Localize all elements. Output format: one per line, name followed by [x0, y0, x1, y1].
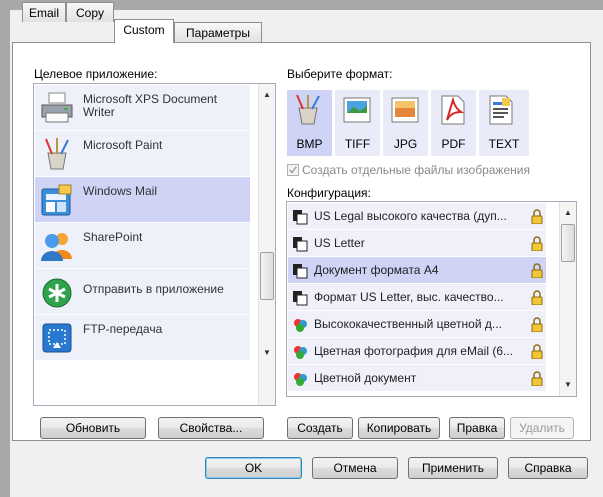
bw-document-icon [293, 264, 308, 279]
pdf-icon [441, 95, 465, 125]
edit-button[interactable]: Правка [449, 417, 505, 439]
color-document-icon [294, 319, 307, 332]
config-item[interactable]: Высококачественный цветной д... [288, 311, 546, 337]
format-bmp[interactable]: BMP [287, 90, 332, 156]
app-item-ftp[interactable]: FTP-передача [35, 315, 250, 360]
jpg-icon [391, 97, 419, 123]
format-label-bmp: BMP [296, 137, 323, 151]
application-list[interactable]: Microsoft XPS Document Writer Microsoft … [33, 83, 276, 406]
config-item-label: Цветная фотография для eMail (6... [314, 344, 513, 358]
scroll-up-arrow-icon[interactable]: ▲ [560, 206, 576, 220]
format-text[interactable]: TEXT [479, 90, 529, 156]
separate-files-label: Создать отдельные файлы изображения [302, 163, 530, 177]
cancel-button[interactable]: Отмена [312, 457, 398, 479]
separate-files-checkbox[interactable] [287, 164, 299, 176]
tab-parameters-label: Параметры [186, 26, 250, 40]
target-application-label: Целевое приложение: [34, 67, 158, 81]
tab-copy[interactable]: Copy [66, 2, 114, 22]
tab-copy-label: Copy [75, 6, 104, 20]
configuration-list[interactable]: US Legal высокого качества (дуп... US Le… [286, 201, 577, 397]
app-item-send-to-application[interactable]: Отправить в приложение [35, 269, 250, 314]
send-to-application-icon [42, 278, 72, 308]
bmp-icon [296, 94, 320, 125]
scroll-down-arrow-icon[interactable]: ▼ [259, 346, 275, 360]
bw-document-icon [293, 210, 308, 225]
lock-icon [531, 371, 543, 386]
color-document-icon [294, 373, 307, 386]
text-document-icon [489, 95, 513, 125]
lock-icon [531, 263, 543, 278]
config-item-label: Цветной документ [314, 371, 417, 385]
color-document-icon [294, 346, 307, 359]
bw-document-icon [293, 237, 308, 252]
config-item-selected[interactable]: Документ формата А4 [288, 257, 546, 283]
format-label-jpg: JPG [393, 137, 418, 151]
apply-button[interactable]: Применить [408, 457, 498, 479]
app-item-label: FTP-передача [83, 322, 163, 336]
config-item-label: US Legal высокого качества (дуп... [314, 209, 507, 223]
tab-custom[interactable]: Custom [114, 19, 174, 43]
app-item-label: Windows Mail [83, 184, 158, 198]
scroll-down-arrow-icon[interactable]: ▼ [560, 378, 576, 392]
config-item[interactable]: US Letter [288, 230, 546, 256]
scrollbar-thumb[interactable] [260, 252, 274, 300]
app-item-sharepoint[interactable]: SharePoint [35, 223, 250, 268]
lock-icon [531, 236, 543, 251]
config-item-label: Документ формата А4 [314, 263, 439, 277]
format-jpg[interactable]: JPG [383, 90, 428, 156]
tab-email-label: Email [28, 6, 59, 20]
format-label-text: TEXT [488, 137, 520, 151]
tab-parameters[interactable]: Параметры [174, 22, 262, 42]
config-item-label: Высококачественный цветной д... [314, 317, 502, 331]
paint-brushes-icon [45, 138, 69, 170]
bw-document-icon [293, 291, 308, 306]
tab-custom-label: Custom [123, 23, 165, 37]
refresh-button[interactable]: Обновить [40, 417, 146, 439]
sharepoint-people-icon [41, 233, 72, 261]
app-item-label: Microsoft XPS Document Writer [83, 92, 218, 119]
format-pdf[interactable]: PDF [431, 90, 476, 156]
ftp-transfer-icon [42, 323, 72, 353]
application-list-scrollbar[interactable]: ▲ ▼ [258, 84, 275, 405]
configuration-list-scrollbar[interactable]: ▲ ▼ [559, 202, 576, 396]
config-item[interactable]: US Legal высокого качества (дуп... [288, 203, 546, 229]
app-item-paint[interactable]: Microsoft Paint [35, 131, 250, 176]
config-item[interactable]: Цветной документ [288, 365, 546, 391]
format-label-pdf: PDF [441, 137, 466, 151]
app-item-label: Отправить в приложение [83, 282, 224, 296]
config-item-label: US Letter [314, 236, 365, 250]
app-item-label: SharePoint [83, 230, 143, 244]
delete-button[interactable]: Удалить [510, 417, 574, 439]
format-label-tiff: TIFF [344, 137, 371, 151]
printer-icon [41, 92, 73, 123]
configuration-label: Конфигурация: [287, 186, 371, 200]
lock-icon [531, 344, 543, 359]
windows-mail-icon [41, 184, 72, 216]
help-button[interactable]: Справка [508, 457, 588, 479]
app-item-label: Microsoft Paint [83, 138, 163, 152]
checkmark-icon [289, 166, 297, 174]
format-label: Выберите формат: [287, 67, 393, 81]
copy-button[interactable]: Копировать [358, 417, 440, 439]
tab-email[interactable]: Email [22, 2, 66, 22]
app-item-xps-writer[interactable]: Microsoft XPS Document Writer [35, 85, 250, 130]
tiff-icon [343, 97, 371, 123]
ok-button[interactable]: OK [205, 457, 302, 479]
lock-icon [531, 317, 543, 332]
app-item-windows-mail[interactable]: Windows Mail [35, 177, 250, 222]
config-item-label: Формат US Letter, выс. качество... [314, 290, 504, 304]
config-item[interactable]: Цветная фотография для eMail (6... [288, 338, 546, 364]
lock-icon [531, 290, 543, 305]
config-item[interactable]: Формат US Letter, выс. качество... [288, 284, 546, 310]
format-tiff[interactable]: TIFF [335, 90, 380, 156]
create-button[interactable]: Создать [287, 417, 353, 439]
scrollbar-thumb[interactable] [561, 224, 575, 262]
properties-button[interactable]: Свойства... [158, 417, 264, 439]
lock-icon [531, 209, 543, 224]
scroll-up-arrow-icon[interactable]: ▲ [259, 88, 275, 102]
